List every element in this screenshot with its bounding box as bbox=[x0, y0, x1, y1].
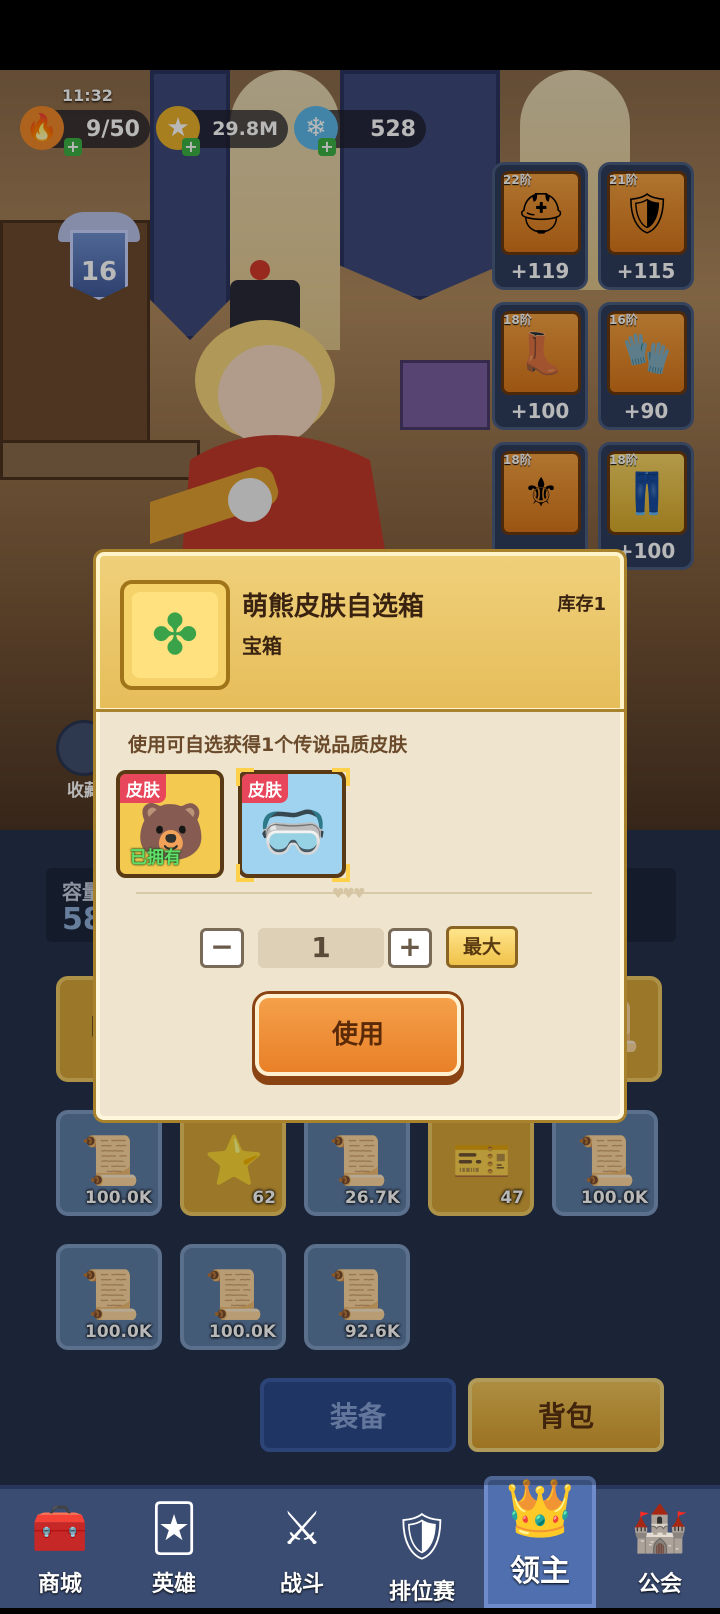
nav-label: 排位赛 bbox=[388, 1580, 455, 1605]
decrease-button[interactable]: − bbox=[200, 928, 244, 968]
quantity-value[interactable]: 1 bbox=[258, 928, 384, 968]
use-button[interactable]: 使用 bbox=[255, 994, 461, 1076]
selection-corner bbox=[236, 864, 254, 882]
heart-ornament-icon: ♥♥♥ bbox=[332, 886, 366, 902]
item-use-dialog: ✤ 萌熊皮肤自选箱 宝箱 库存1 使用可自选获得1个传说品质皮肤 🐻 皮肤 已拥… bbox=[96, 552, 624, 1120]
nav-shop[interactable]: 🧰 商城 bbox=[0, 1496, 120, 1606]
status-bar bbox=[0, 0, 720, 70]
nav-label: 英雄 bbox=[151, 1572, 196, 1597]
dialog-header: ✤ 萌熊皮肤自选箱 宝箱 库存1 bbox=[96, 552, 624, 712]
nav-ranked[interactable]: 🛡 排位赛 bbox=[362, 1504, 482, 1614]
skin-option-bear[interactable]: 🐻 皮肤 已拥有 bbox=[116, 770, 224, 878]
dialog-body: 使用可自选获得1个传说品质皮肤 🐻 皮肤 已拥有 🥽 皮肤 ♥♥♥ − 1 + … bbox=[96, 712, 624, 1120]
item-description: 使用可自选获得1个传说品质皮肤 bbox=[128, 734, 408, 756]
nav-lord[interactable]: 👑 领主 bbox=[480, 1476, 600, 1589]
item-type: 宝箱 bbox=[242, 634, 282, 658]
selection-corner bbox=[332, 768, 350, 786]
skin-tag: 皮肤 bbox=[120, 774, 166, 803]
chest-item-frame: ✤ bbox=[120, 580, 230, 690]
nav-label: 战斗 bbox=[279, 1572, 324, 1597]
nav-battle[interactable]: ⚔ 战斗 bbox=[242, 1496, 362, 1606]
crown-banner-icon: 👑 bbox=[505, 1476, 575, 1541]
item-stock: 库存1 bbox=[557, 594, 606, 615]
crossed-swords-icon: ⚔ bbox=[281, 1501, 323, 1555]
increase-button[interactable]: + bbox=[388, 928, 432, 968]
owned-label: 已拥有 bbox=[130, 848, 181, 868]
rank-shield-icon: 🛡 bbox=[392, 1508, 452, 1563]
nav-guild[interactable]: 🏰 公会 bbox=[600, 1496, 720, 1606]
skin-option-goggles[interactable]: 🥽 皮肤 bbox=[238, 770, 346, 878]
selection-corner bbox=[332, 864, 350, 882]
hero-card-icon: 🃏 bbox=[150, 1501, 198, 1555]
item-title: 萌熊皮肤自选箱 bbox=[242, 592, 425, 622]
clover-chest-icon: ✤ bbox=[132, 592, 218, 678]
nav-label: 公会 bbox=[637, 1572, 682, 1597]
selection-corner bbox=[236, 768, 254, 786]
goggles-hero-icon: 🥽 bbox=[258, 800, 328, 865]
max-button[interactable]: 最大 bbox=[446, 926, 518, 968]
nav-label: 领主 bbox=[510, 1554, 570, 1589]
divider bbox=[136, 892, 592, 894]
shop-icon: 🧰 bbox=[31, 1500, 89, 1555]
nav-label: 商城 bbox=[37, 1572, 82, 1597]
guild-tower-icon: 🏰 bbox=[631, 1500, 689, 1555]
nav-heroes[interactable]: 🃏 英雄 bbox=[114, 1496, 234, 1606]
